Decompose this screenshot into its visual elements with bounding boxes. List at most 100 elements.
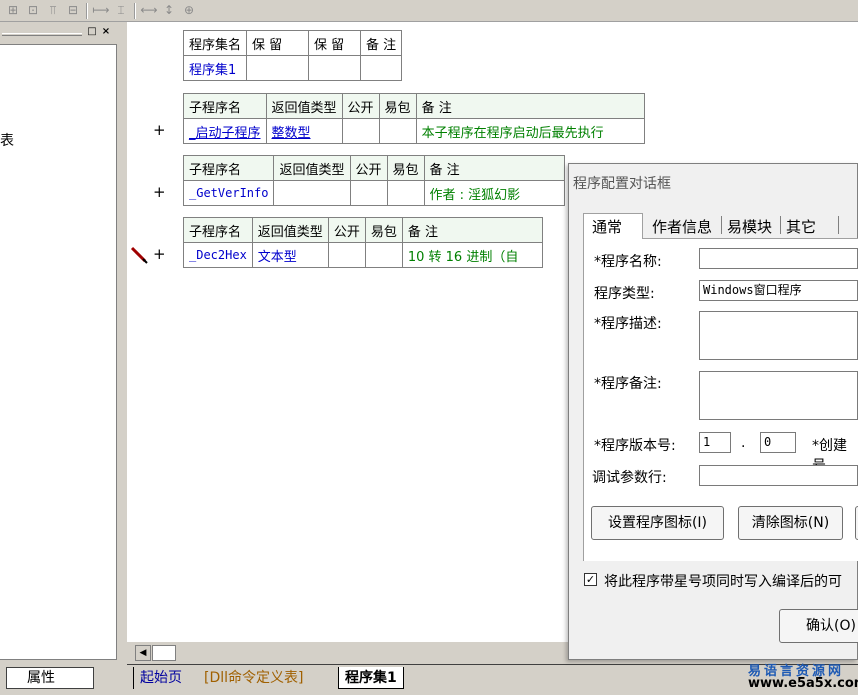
table-cell[interactable] bbox=[386, 180, 425, 206]
tab-general[interactable]: 通常 bbox=[583, 213, 643, 239]
expand-icon[interactable]: + bbox=[153, 183, 166, 201]
version-label: *程序版本号: bbox=[594, 438, 676, 454]
program-desc-textarea[interactable] bbox=[699, 311, 858, 360]
subroutine-name[interactable]: _启动子程序 bbox=[183, 118, 267, 144]
table-row[interactable]: _Dec2Hex 文本型 10 转 16 进制（自 bbox=[183, 242, 543, 268]
table-header-row: 程序集名 保 留 保 留 备 注 bbox=[182, 30, 403, 56]
table-header-cell: 备 注 bbox=[360, 30, 403, 56]
program-type-label: 程序类型: bbox=[594, 286, 655, 302]
table-header-cell: 公开 bbox=[327, 217, 366, 243]
table-cell[interactable] bbox=[246, 55, 310, 81]
center-form-icon[interactable]: ⊕ bbox=[180, 2, 198, 19]
table-header-cell: 易包 bbox=[378, 93, 417, 119]
clear-icon-button[interactable]: 清除图标(N) bbox=[738, 506, 843, 540]
same-height-icon[interactable]: ⌶ bbox=[112, 2, 130, 19]
table-header-cell: 返回值类型 bbox=[273, 155, 351, 181]
table-cell[interactable] bbox=[327, 242, 366, 268]
tab-start-page[interactable]: 起始页 bbox=[133, 667, 188, 689]
table-cell[interactable] bbox=[378, 118, 417, 144]
table-header-row: 子程序名 返回值类型 公开 易包 备 注 bbox=[183, 93, 645, 119]
program-set-name[interactable]: 程序集1 bbox=[182, 55, 248, 81]
table-cell[interactable] bbox=[364, 242, 403, 268]
tab-modules[interactable]: 易模块 bbox=[727, 216, 772, 237]
tab-separator bbox=[780, 216, 781, 234]
program-type-select[interactable]: Windows窗口程序 bbox=[699, 280, 858, 301]
expand-icon[interactable]: + bbox=[153, 245, 166, 263]
properties-tab-label: 属性 bbox=[27, 670, 55, 686]
tab-separator bbox=[721, 216, 722, 234]
left-panel-content bbox=[0, 44, 117, 660]
table-cell[interactable] bbox=[341, 118, 380, 144]
panel-grip[interactable] bbox=[2, 33, 82, 36]
set-icon-button[interactable]: 设置程序图标(I) bbox=[591, 506, 724, 540]
close-icon[interactable]: × bbox=[100, 26, 112, 38]
table-row[interactable]: _GetVerInfo 作者 : 淫狐幻影 bbox=[182, 180, 565, 206]
table-cell[interactable] bbox=[360, 55, 403, 81]
tab-other[interactable]: 其它 bbox=[786, 216, 816, 237]
table-header-row: 子程序名 返回值类型 公开 易包 备 注 bbox=[182, 155, 565, 181]
table-header-cell: 易包 bbox=[386, 155, 425, 181]
program-desc-label: *程序描述: bbox=[594, 316, 662, 332]
table-header-cell: 子程序名 bbox=[183, 217, 253, 243]
scroll-left-icon[interactable]: ◀ bbox=[135, 645, 151, 661]
table-row[interactable]: _启动子程序 整数型 本子程序在程序启动后最先执行 bbox=[183, 118, 645, 144]
confirm-button[interactable]: 确认(O) bbox=[779, 609, 858, 643]
program-set-table: 程序集名 保 留 保 留 备 注 程序集1 bbox=[182, 30, 403, 81]
subroutine-table: 子程序名 返回值类型 公开 易包 备 注 _启动子程序 整数型 本子程序在程序启… bbox=[183, 93, 645, 144]
tab-dll-commands[interactable]: [Dll命令定义表] bbox=[198, 667, 309, 689]
align-right-icon[interactable]: ⊟ bbox=[64, 2, 82, 19]
table-header-cell: 子程序名 bbox=[182, 155, 275, 181]
return-type[interactable]: 整数型 bbox=[265, 118, 343, 144]
dialog-title: 程序配置对话框 bbox=[573, 176, 671, 192]
return-type[interactable]: 文本型 bbox=[251, 242, 329, 268]
remark-cell[interactable]: 10 转 16 进制（自 bbox=[401, 242, 543, 268]
tab-program-set[interactable]: 程序集1 bbox=[338, 667, 404, 689]
table-header-cell: 公开 bbox=[349, 155, 388, 181]
table-header-cell: 备 注 bbox=[423, 155, 565, 181]
table-header-cell: 易包 bbox=[364, 217, 403, 243]
align-top-icon[interactable]: ⫪ bbox=[44, 2, 62, 19]
program-note-label: *程序备注: bbox=[594, 376, 662, 392]
table-row[interactable]: 程序集1 bbox=[182, 55, 403, 81]
debug-args-input[interactable] bbox=[699, 465, 858, 486]
left-panel-item-text[interactable]: 表 bbox=[0, 130, 14, 150]
table-cell[interactable] bbox=[308, 55, 362, 81]
same-width-icon[interactable]: ⟼ bbox=[92, 2, 110, 19]
properties-tab[interactable]: 属性 bbox=[6, 667, 94, 689]
align-left-icon[interactable]: ⊞ bbox=[4, 2, 22, 19]
program-note-textarea[interactable] bbox=[699, 371, 858, 420]
align-center-icon[interactable]: ⊡ bbox=[24, 2, 42, 19]
subroutine-name[interactable]: _Dec2Hex bbox=[183, 242, 253, 268]
tab-general-label: 通常 bbox=[592, 218, 623, 236]
subroutine-table: 子程序名 返回值类型 公开 易包 备 注 _Dec2Hex 文本型 10 转 1… bbox=[183, 217, 543, 268]
left-panel-titlebar: □ × bbox=[0, 25, 118, 41]
table-header-cell: 备 注 bbox=[401, 217, 543, 243]
remark-cell[interactable]: 本子程序在程序启动后最先执行 bbox=[415, 118, 645, 144]
v-spacing-icon[interactable]: ↕ bbox=[160, 2, 178, 19]
restore-icon[interactable]: □ bbox=[86, 26, 98, 38]
table-header-cell: 保 留 bbox=[246, 30, 310, 56]
program-name-input[interactable] bbox=[699, 248, 858, 269]
pen-cursor-icon bbox=[130, 246, 148, 264]
debug-args-label: 调试参数行: bbox=[592, 470, 667, 486]
program-name-label: *程序名称: bbox=[594, 254, 662, 270]
table-header-row: 子程序名 返回值类型 公开 易包 备 注 bbox=[183, 217, 543, 243]
scrollbar-track[interactable] bbox=[152, 645, 176, 661]
write-to-exe-checkbox[interactable]: ✓ bbox=[584, 573, 597, 586]
table-header-cell: 备 注 bbox=[415, 93, 645, 119]
version-minor-input[interactable]: 0 bbox=[760, 432, 796, 453]
expand-icon[interactable]: + bbox=[153, 121, 166, 139]
toolbar-separator bbox=[86, 3, 88, 19]
write-to-exe-label: 将此程序带星号项同时写入编译后的可 bbox=[604, 574, 842, 590]
table-header-cell: 公开 bbox=[341, 93, 380, 119]
table-header-cell: 返回值类型 bbox=[251, 217, 329, 243]
version-major-input[interactable]: 1 bbox=[699, 432, 731, 453]
h-spacing-icon[interactable]: ⟷ bbox=[140, 2, 158, 19]
table-cell[interactable] bbox=[349, 180, 388, 206]
subroutine-table: 子程序名 返回值类型 公开 易包 备 注 _GetVerInfo 作者 : 淫狐… bbox=[182, 155, 565, 206]
subroutine-name[interactable]: _GetVerInfo bbox=[182, 180, 275, 206]
tab-author-info[interactable]: 作者信息 bbox=[652, 216, 712, 237]
toolbar: ⊞ ⊡ ⫪ ⊟ ⟼ ⌶ ⟷ ↕ ⊕ bbox=[0, 0, 858, 22]
return-type[interactable] bbox=[273, 180, 351, 206]
remark-cell[interactable]: 作者 : 淫狐幻影 bbox=[423, 180, 565, 206]
